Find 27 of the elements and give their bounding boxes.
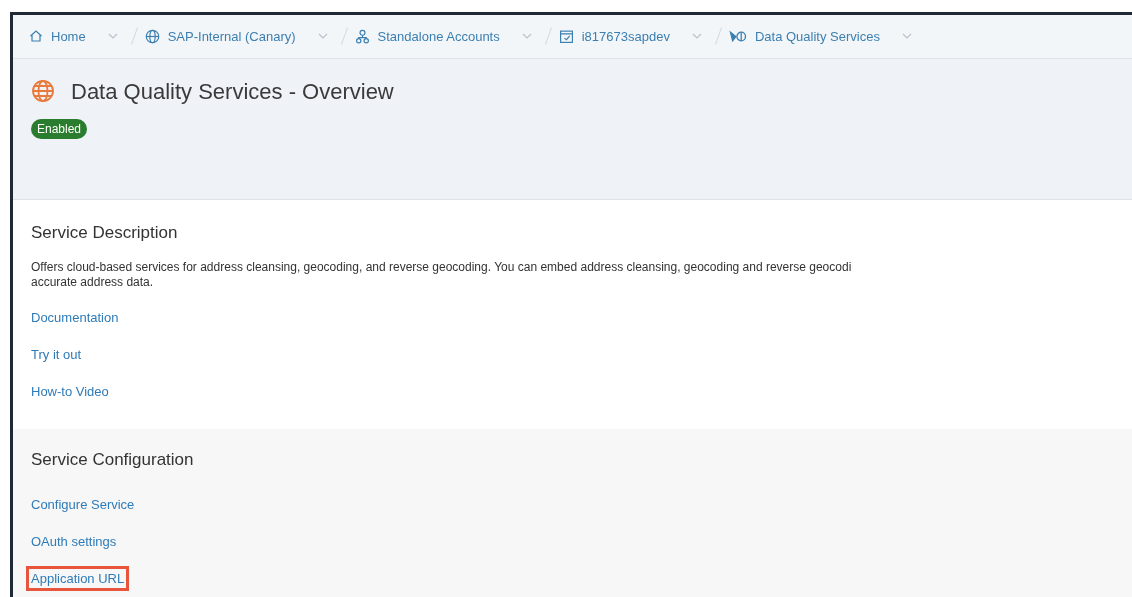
chevron-down-icon[interactable] bbox=[521, 33, 532, 40]
link[interactable]: How-to Video bbox=[31, 382, 109, 402]
status-badge: Enabled bbox=[31, 118, 88, 139]
service-icon bbox=[728, 28, 747, 44]
page-title: Data Quality Services - Overview bbox=[71, 77, 394, 106]
globe-icon bbox=[144, 28, 160, 44]
link[interactable]: Application URL bbox=[26, 565, 130, 592]
calendar-icon bbox=[558, 28, 574, 44]
link[interactable]: Try it out bbox=[31, 345, 82, 365]
link[interactable]: Configure Service bbox=[31, 494, 135, 515]
breadcrumb-link[interactable]: SAP-Internal (Canary) bbox=[167, 26, 296, 47]
globe-icon bbox=[31, 79, 55, 104]
chevron-down-icon[interactable] bbox=[901, 33, 912, 40]
section-title: Service Configuration bbox=[31, 448, 195, 471]
chevron-down-icon[interactable] bbox=[691, 33, 702, 40]
breadcrumb-link[interactable]: Standalone Accounts bbox=[377, 26, 500, 47]
section-title: Service Description bbox=[31, 222, 179, 244]
breadcrumb-link[interactable]: Home bbox=[51, 26, 86, 47]
link[interactable]: OAuth settings bbox=[31, 531, 117, 552]
breadcrumb-link[interactable]: i817673sapdev bbox=[581, 26, 670, 47]
link[interactable]: Documentation bbox=[31, 308, 119, 328]
chevron-down-icon[interactable] bbox=[107, 33, 118, 40]
chevron-down-icon[interactable] bbox=[317, 33, 328, 40]
home-icon bbox=[29, 29, 43, 44]
breadcrumb-link[interactable]: Data Quality Services bbox=[754, 26, 880, 47]
hierarchy-icon bbox=[354, 28, 370, 44]
description-text: Offers cloud-based services for address cleansing, geocoding, and reverse geocoding. You can embed address cleansing, geocoding and reverse geocodi accurate address data. bbox=[31, 259, 853, 290]
